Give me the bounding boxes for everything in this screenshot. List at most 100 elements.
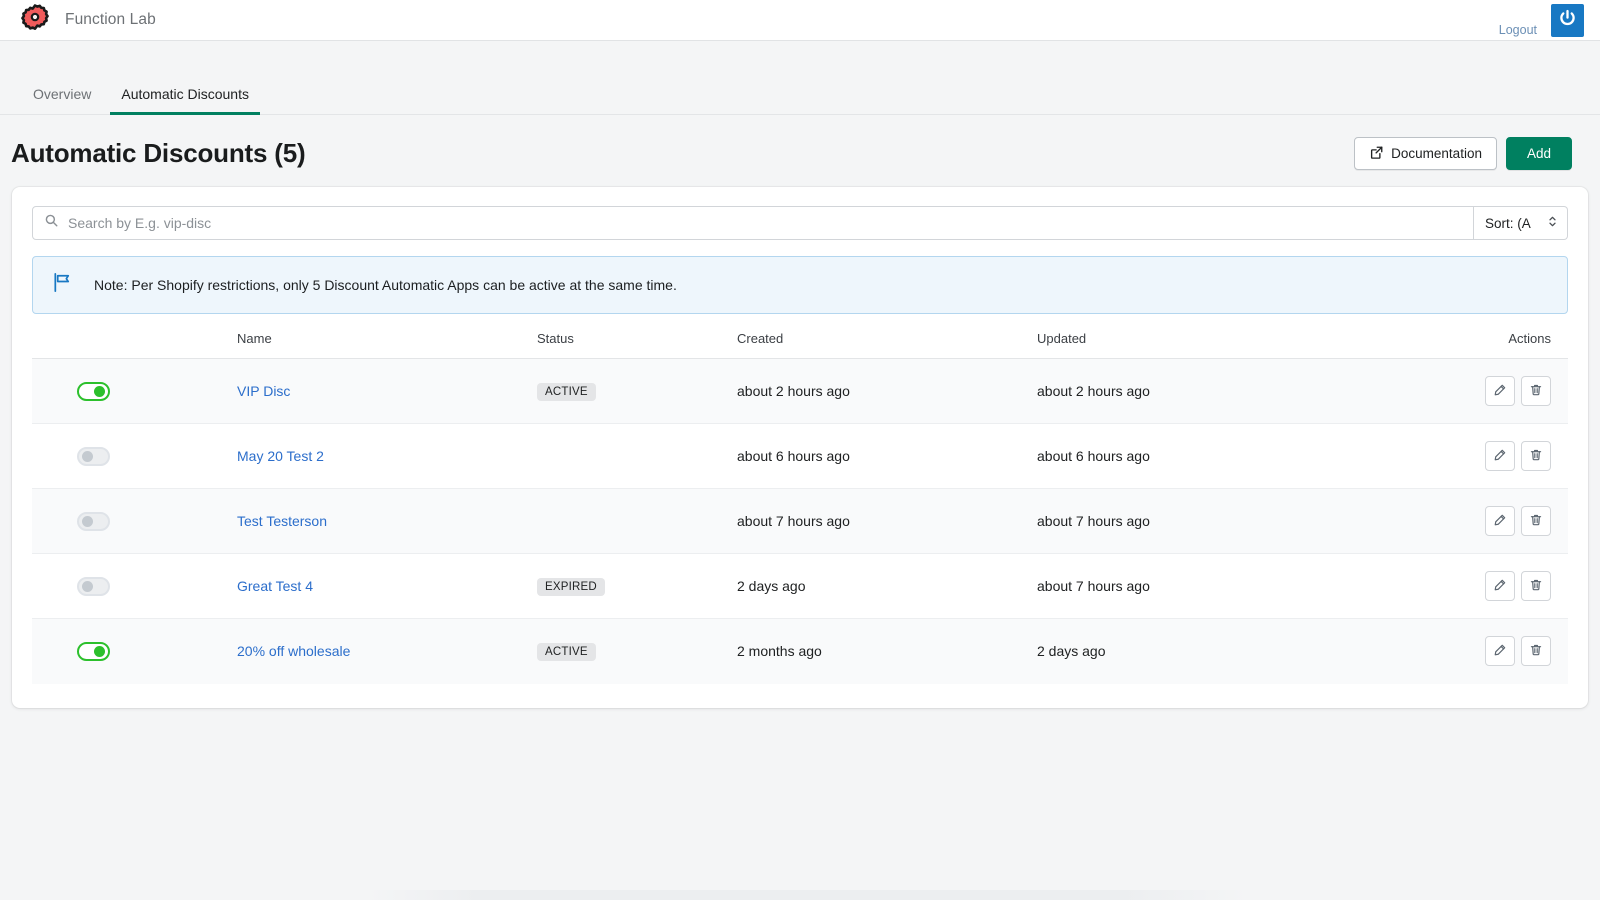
row-name-cell: VIP Disc — [237, 359, 537, 424]
enable-toggle[interactable] — [77, 447, 110, 466]
row-name-cell: May 20 Test 2 — [237, 424, 537, 489]
top-bar: Function Lab Logout — [0, 0, 1600, 41]
column-header-updated: Updated — [1037, 331, 1407, 359]
row-actions-cell — [1407, 619, 1568, 684]
row-name-cell: Great Test 4 — [237, 554, 537, 619]
row-created-cell: 2 days ago — [737, 554, 1037, 619]
enable-toggle[interactable] — [77, 642, 110, 661]
gear-icon — [18, 3, 52, 37]
row-updated-cell: about 2 hours ago — [1037, 359, 1407, 424]
discount-name-link[interactable]: Test Testerson — [237, 513, 327, 529]
enable-toggle[interactable] — [77, 382, 110, 401]
table-row: VIP DiscACTIVEabout 2 hours agoabout 2 h… — [32, 359, 1568, 424]
row-updated-cell: about 6 hours ago — [1037, 424, 1407, 489]
top-bar-right: Logout — [1499, 4, 1592, 37]
row-updated-cell: about 7 hours ago — [1037, 489, 1407, 554]
sort-select-label: Sort: (A — [1485, 216, 1531, 231]
row-toggle-cell — [32, 424, 237, 489]
discount-name-link[interactable]: 20% off wholesale — [237, 643, 350, 659]
flag-icon — [51, 271, 74, 299]
edit-button[interactable] — [1485, 506, 1515, 536]
pencil-icon — [1493, 383, 1507, 400]
column-header-status: Status — [537, 331, 737, 359]
delete-button[interactable] — [1521, 376, 1551, 406]
pencil-icon — [1493, 448, 1507, 465]
search-row: Sort: (A — [32, 206, 1568, 240]
row-toggle-cell — [32, 554, 237, 619]
sort-select[interactable]: Sort: (A — [1474, 206, 1568, 240]
row-created-cell: about 7 hours ago — [737, 489, 1037, 554]
tab-automatic-discounts[interactable]: Automatic Discounts — [110, 86, 260, 115]
row-status-cell — [537, 489, 737, 554]
row-updated-cell: about 7 hours ago — [1037, 554, 1407, 619]
row-status-cell: ACTIVE — [537, 619, 737, 684]
page-header-actions: Documentation Add — [1354, 137, 1572, 170]
status-badge: ACTIVE — [537, 643, 596, 661]
info-banner-text: Note: Per Shopify restrictions, only 5 D… — [94, 277, 677, 293]
pencil-icon — [1493, 578, 1507, 595]
toggle-knob — [94, 646, 105, 657]
trash-icon — [1529, 383, 1543, 400]
search-input[interactable] — [68, 215, 1462, 231]
external-link-icon — [1369, 145, 1384, 163]
trash-icon — [1529, 448, 1543, 465]
row-status-cell — [537, 424, 737, 489]
logout-button[interactable] — [1551, 4, 1584, 37]
pencil-icon — [1493, 643, 1507, 660]
edit-button[interactable] — [1485, 441, 1515, 471]
row-name-cell: 20% off wholesale — [237, 619, 537, 684]
table-header-row: Name Status Created Updated Actions — [32, 331, 1568, 359]
table-body: VIP DiscACTIVEabout 2 hours agoabout 2 h… — [32, 359, 1568, 684]
edit-button[interactable] — [1485, 376, 1515, 406]
table-row: 20% off wholesaleACTIVE2 months ago2 day… — [32, 619, 1568, 684]
brand-title: Function Lab — [65, 11, 156, 29]
table-row: Test Testerson about 7 hours agoabout 7 h… — [32, 489, 1568, 554]
delete-button[interactable] — [1521, 636, 1551, 666]
row-actions-cell — [1407, 359, 1568, 424]
trash-icon — [1529, 578, 1543, 595]
row-created-cell: about 6 hours ago — [737, 424, 1037, 489]
row-actions-cell — [1407, 424, 1568, 489]
delete-button[interactable] — [1521, 506, 1551, 536]
delete-button[interactable] — [1521, 441, 1551, 471]
discounts-card: Sort: (A Note: Per Shopify restrictions,… — [12, 187, 1588, 708]
table-row: May 20 Test 2 about 6 hours agoabout 6 ho… — [32, 424, 1568, 489]
toggle-knob — [82, 451, 93, 462]
enable-toggle[interactable] — [77, 512, 110, 531]
status-badge: ACTIVE — [537, 383, 596, 401]
trash-icon — [1529, 643, 1543, 660]
row-actions-cell — [1407, 554, 1568, 619]
row-status-cell: EXPIRED — [537, 554, 737, 619]
discount-name-link[interactable]: May 20 Test 2 — [237, 448, 324, 464]
row-status-cell: ACTIVE — [537, 359, 737, 424]
documentation-button[interactable]: Documentation — [1354, 137, 1497, 170]
delete-button[interactable] — [1521, 571, 1551, 601]
row-created-cell: 2 months ago — [737, 619, 1037, 684]
search-field[interactable] — [32, 206, 1474, 240]
table-row: Great Test 4 EXPIRED 2 days agoabout 7 hou… — [32, 554, 1568, 619]
row-actions-cell — [1407, 489, 1568, 554]
row-toggle-cell — [32, 359, 237, 424]
column-header-toggle — [32, 331, 237, 359]
enable-toggle[interactable] — [77, 577, 110, 596]
add-button[interactable]: Add — [1506, 137, 1572, 170]
row-toggle-cell — [32, 619, 237, 684]
discount-name-link[interactable]: VIP Disc — [237, 383, 290, 399]
page-header: Automatic Discounts (5) Documentation Ad… — [0, 115, 1600, 170]
chevron-up-down-icon — [1547, 214, 1558, 232]
horizontal-scrollbar[interactable] — [0, 890, 1600, 900]
edit-button[interactable] — [1485, 636, 1515, 666]
tab-overview[interactable]: Overview — [22, 86, 102, 115]
discount-name-link[interactable]: Great Test 4 — [237, 578, 313, 594]
discounts-table: Name Status Created Updated Actions VIP … — [32, 331, 1568, 684]
status-badge: EXPIRED — [537, 578, 605, 596]
toggle-knob — [94, 386, 105, 397]
logout-link[interactable]: Logout — [1499, 23, 1537, 37]
row-toggle-cell — [32, 489, 237, 554]
trash-icon — [1529, 513, 1543, 530]
brand: Function Lab — [18, 3, 156, 37]
edit-button[interactable] — [1485, 571, 1515, 601]
column-header-actions: Actions — [1407, 331, 1568, 359]
table-head: Name Status Created Updated Actions — [32, 331, 1568, 359]
search-icon — [44, 213, 59, 233]
